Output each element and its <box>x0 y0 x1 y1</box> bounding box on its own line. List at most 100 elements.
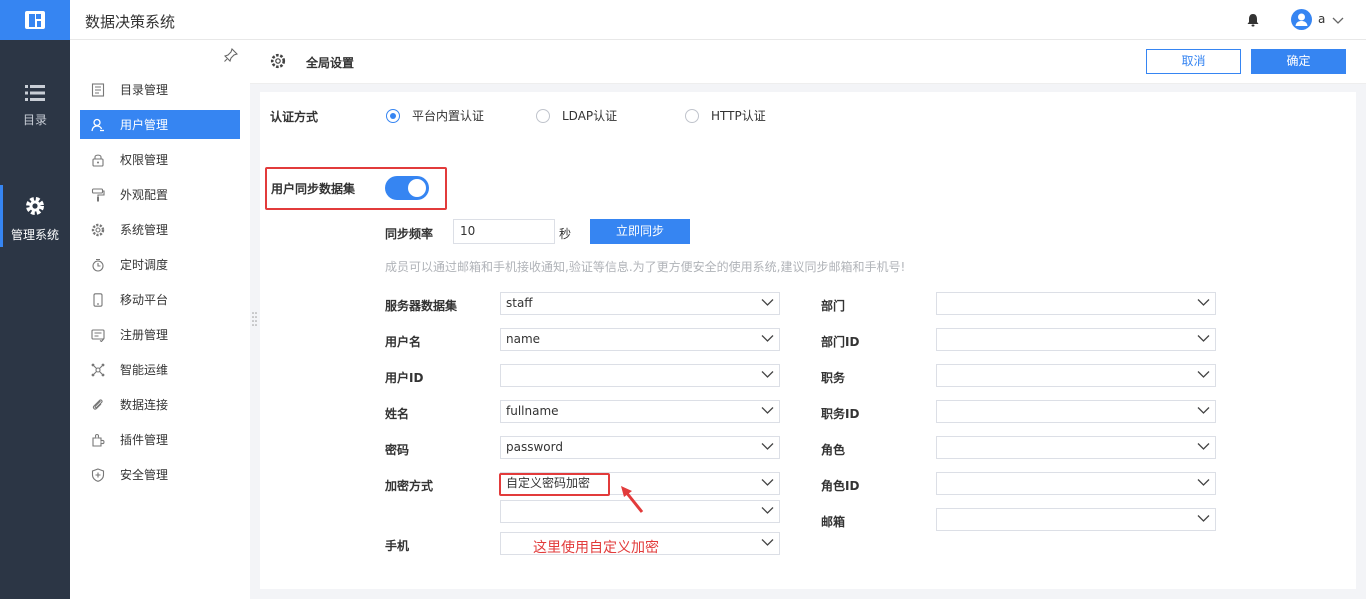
role-select[interactable] <box>936 436 1216 459</box>
role-id-select[interactable] <box>936 472 1216 495</box>
chevron-down-icon <box>1197 335 1210 342</box>
top-bar: 数据决策系统 a <box>0 0 1366 40</box>
sidebar-item-label: 移动平台 <box>120 293 169 307</box>
sidebar-item-label: 插件管理 <box>120 433 169 447</box>
nav-item-directory[interactable]: 目录 <box>0 84 70 128</box>
link-icon <box>90 397 106 413</box>
pin-icon[interactable] <box>223 47 239 65</box>
directory-icon <box>90 82 106 98</box>
app-logo-icon[interactable] <box>0 0 70 40</box>
chevron-down-icon <box>761 479 774 486</box>
auth-radio-builtin[interactable]: 平台内置认证 <box>386 107 484 124</box>
field-label: 职务 <box>821 371 846 385</box>
auth-method-label: 认证方式 <box>270 110 319 124</box>
auth-radio-ldap[interactable]: LDAP认证 <box>536 107 617 124</box>
annotation-highlight-box <box>499 473 610 496</box>
field-label: 部门ID <box>821 335 860 349</box>
field-label: 角色ID <box>821 479 860 493</box>
field-label: 密码 <box>385 443 410 457</box>
lock-icon <box>90 152 106 168</box>
chevron-down-icon <box>1197 443 1210 450</box>
field-label: 职务ID <box>821 407 860 421</box>
position-select[interactable] <box>936 364 1216 387</box>
sync-frequency-label: 同步频率 <box>385 227 434 241</box>
sidebar-item-label: 定时调度 <box>120 258 169 272</box>
sync-now-button[interactable]: 立即同步 <box>590 219 690 244</box>
field-label: 服务器数据集 <box>385 299 458 313</box>
sidebar-item-ops[interactable]: 智能运维 <box>80 355 240 384</box>
sidebar-item-label: 用户管理 <box>120 118 169 132</box>
left-nav: 目录 管理系统 <box>0 40 70 599</box>
gear-icon <box>90 222 106 238</box>
user-sync-toggle[interactable] <box>385 176 429 200</box>
sidebar-item-schedule[interactable]: 定时调度 <box>80 250 240 279</box>
nav-item-label: 管理系统 <box>10 228 59 242</box>
sidebar-item-label: 注册管理 <box>120 328 169 342</box>
fullname-select[interactable]: fullname <box>500 400 780 423</box>
chevron-down-icon <box>761 335 774 342</box>
sidebar-item-register[interactable]: 注册管理 <box>80 320 240 349</box>
sidebar-item-system[interactable]: 系统管理 <box>80 215 240 244</box>
chevron-down-icon <box>761 539 774 546</box>
page-header: 全局设置 取消 确定 <box>250 40 1366 84</box>
register-icon <box>90 327 106 343</box>
position-id-select[interactable] <box>936 400 1216 423</box>
sidebar-item-directory[interactable]: 目录管理 <box>80 75 240 104</box>
radio-label: LDAP认证 <box>562 109 618 123</box>
field-label: 角色 <box>821 443 846 457</box>
mobile-icon <box>90 292 106 308</box>
chevron-down-icon <box>761 443 774 450</box>
sidebar-item-appearance[interactable]: 外观配置 <box>80 180 240 209</box>
chevron-down-icon <box>761 407 774 414</box>
username-select[interactable]: name <box>500 328 780 351</box>
settings-gear-icon <box>270 53 286 72</box>
field-label: 邮箱 <box>821 515 846 529</box>
toggle-knob <box>408 179 426 197</box>
password-select[interactable]: password <box>500 436 780 459</box>
nav-item-label: 目录 <box>22 113 47 127</box>
chevron-down-icon <box>1197 479 1210 486</box>
user-icon <box>90 117 106 133</box>
resize-handle[interactable] <box>252 312 257 326</box>
annotation-text: 这里使用自定义加密 <box>533 540 659 556</box>
sidebar-item-label: 数据连接 <box>120 398 169 412</box>
sidebar-item-permission[interactable]: 权限管理 <box>80 145 240 174</box>
auth-radio-http[interactable]: HTTP认证 <box>685 107 766 124</box>
sidebar-item-security[interactable]: 安全管理 <box>80 460 240 489</box>
field-label: 用户ID <box>385 371 424 385</box>
sidebar-item-label: 权限管理 <box>120 153 169 167</box>
sidebar-item-data-connection[interactable]: 数据连接 <box>80 390 240 419</box>
chevron-down-icon <box>761 371 774 378</box>
sidebar-item-label: 外观配置 <box>120 188 169 202</box>
server-dataset-select[interactable]: staff <box>500 292 780 315</box>
chevron-down-icon[interactable] <box>1332 14 1344 28</box>
sidebar-item-plugin[interactable]: 插件管理 <box>80 425 240 454</box>
sidebar-item-label: 安全管理 <box>120 468 169 482</box>
cancel-button[interactable]: 取消 <box>1146 49 1241 74</box>
sidebar-item-label: 智能运维 <box>120 363 169 377</box>
sidebar-item-mobile[interactable]: 移动平台 <box>80 285 240 314</box>
radio-unchecked-icon <box>685 108 699 123</box>
gear-icon <box>26 197 44 215</box>
list-icon <box>25 85 45 101</box>
sync-frequency-input[interactable]: 10 <box>453 219 555 244</box>
sidebar-item-label: 系统管理 <box>120 223 169 237</box>
bell-icon[interactable] <box>1246 13 1260 30</box>
email-select[interactable] <box>936 508 1216 531</box>
app-title: 数据决策系统 <box>85 13 176 31</box>
department-id-select[interactable] <box>936 328 1216 351</box>
field-label: 部门 <box>821 299 846 313</box>
sync-frequency-unit: 秒 <box>559 227 572 241</box>
chevron-down-icon <box>1197 407 1210 414</box>
user-id-select[interactable] <box>500 364 780 387</box>
sidebar-item-user-management[interactable]: 用户管理 <box>80 110 240 139</box>
shield-icon <box>90 467 106 483</box>
user-name[interactable]: a <box>1318 12 1325 26</box>
confirm-button[interactable]: 确定 <box>1251 49 1346 74</box>
chevron-down-icon <box>1197 371 1210 378</box>
field-label: 用户名 <box>385 335 422 349</box>
department-select[interactable] <box>936 292 1216 315</box>
nav-item-admin[interactable]: 管理系统 <box>0 185 70 247</box>
avatar[interactable] <box>1291 9 1312 30</box>
field-label: 手机 <box>385 539 410 553</box>
